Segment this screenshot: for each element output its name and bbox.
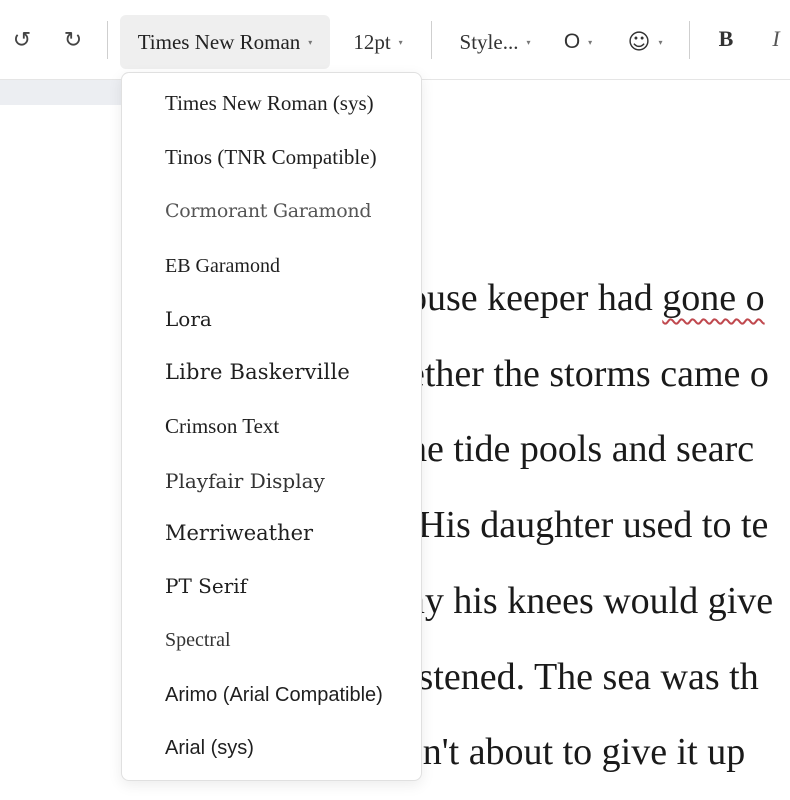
- font-size-select[interactable]: 12pt ▾: [338, 15, 418, 69]
- document-line[interactable]: ay his knees would give: [408, 579, 773, 623]
- paragraph-style-select[interactable]: Style... ▾: [446, 15, 544, 69]
- document-line[interactable]: ether the storms came o: [408, 352, 769, 396]
- document-line[interactable]: sn't about to give it up: [408, 730, 745, 774]
- font-option-merriweather[interactable]: Merriweather: [165, 521, 313, 545]
- font-option-lora[interactable]: Lora: [165, 307, 212, 331]
- font-option-tinos[interactable]: Tinos (TNR Compatible): [165, 145, 377, 170]
- chevron-down-icon: ▾: [398, 37, 403, 47]
- bold-button[interactable]: B: [708, 20, 744, 58]
- chevron-down-icon: ▾: [308, 37, 313, 47]
- document-line[interactable]: His daughter used to te: [418, 503, 768, 547]
- toolbar-divider: [689, 21, 690, 59]
- ruler-strip: [0, 80, 130, 105]
- font-option-arimo[interactable]: Arimo (Arial Compatible): [165, 684, 383, 707]
- paragraph-style-value: Style...: [459, 29, 519, 54]
- font-option-spectral[interactable]: Spectral: [165, 629, 231, 652]
- italic-button[interactable]: I: [758, 20, 790, 58]
- toolbar-divider: [107, 21, 108, 59]
- format-o-value: O: [563, 30, 581, 53]
- font-option-eb-garamond[interactable]: EB Garamond: [165, 255, 280, 278]
- emoji-icon: ☺: [627, 29, 651, 55]
- font-option-cormorant-garamond[interactable]: Cormorant Garamond: [165, 200, 372, 222]
- document-line[interactable]: istened. The sea was th: [408, 655, 759, 699]
- chevron-down-icon: ▾: [526, 37, 531, 47]
- font-size-value: 12pt: [353, 29, 391, 54]
- font-family-select[interactable]: Times New Roman ▾: [120, 15, 330, 69]
- font-family-value: Times New Roman: [137, 29, 301, 54]
- font-option-arial[interactable]: Arial (sys): [165, 737, 254, 760]
- chevron-down-icon: ▾: [588, 37, 593, 47]
- document-line[interactable]: he tide pools and searc: [408, 427, 754, 471]
- font-option-playfair-display[interactable]: Playfair Display: [165, 469, 325, 493]
- format-o-select[interactable]: O ▾: [552, 15, 604, 69]
- emoji-select[interactable]: ☺ ▾: [617, 15, 673, 69]
- font-option-libre-baskerville[interactable]: Libre Baskerville: [165, 360, 350, 384]
- font-option-crimson-text[interactable]: Crimson Text: [165, 414, 279, 439]
- redo-icon[interactable]: ↻: [57, 24, 89, 56]
- document-line[interactable]: ouse keeper had gone o: [408, 276, 765, 320]
- font-option-pt-serif[interactable]: PT Serif: [165, 574, 247, 598]
- undo-icon[interactable]: ↺: [6, 24, 38, 56]
- font-family-menu: Times New Roman (sys) Tinos (TNR Compati…: [121, 72, 422, 781]
- font-option-times-new-roman[interactable]: Times New Roman (sys): [165, 91, 374, 116]
- misspelled-word[interactable]: gone o: [662, 277, 764, 319]
- editor-toolbar: ↺ ↻ Times New Roman ▾ 12pt ▾ Style... ▾ …: [0, 0, 790, 80]
- chevron-down-icon: ▾: [658, 37, 663, 47]
- toolbar-divider: [431, 21, 432, 59]
